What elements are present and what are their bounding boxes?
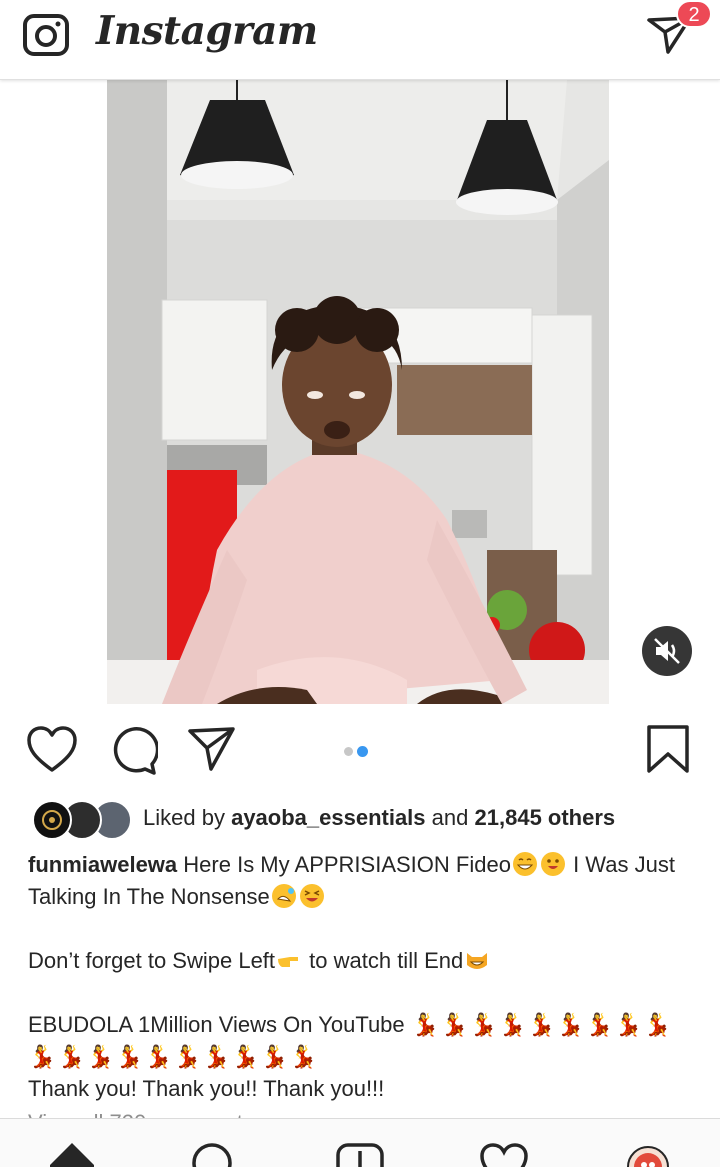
dancer-emoji-icon: 💃	[289, 1044, 318, 1069]
dancer-emoji-icon: 💃	[260, 1044, 289, 1069]
dancer-emoji-icon: 💃	[202, 1044, 231, 1069]
likes-summary[interactable]: Liked by ayaoba_essentials and 21,845 ot…	[143, 805, 615, 831]
dancer-emoji-icon: 💃	[614, 1012, 642, 1037]
comment-button[interactable]	[108, 726, 160, 776]
pointing-hand-emoji-icon	[276, 947, 302, 973]
dancer-emoji-icon: 💃	[527, 1012, 555, 1037]
squint-laugh-emoji-icon	[299, 883, 325, 909]
dancer-emoji-icon: 💃	[585, 1012, 613, 1037]
smile-emoji-icon	[540, 851, 566, 877]
dancer-emoji-icon: 💃	[144, 1044, 173, 1069]
grin-emoji-icon	[512, 851, 538, 877]
dancer-emoji-icon: 💃	[469, 1012, 497, 1037]
likes-prefix: Liked by	[143, 805, 225, 830]
caption-text: Thank you! Thank you!! Thank you!!!	[28, 1076, 385, 1101]
instagram-logo: Instagram	[96, 8, 318, 54]
dancer-emoji-icon: 💃	[231, 1044, 260, 1069]
search-icon[interactable]	[188, 1141, 236, 1167]
dancer-emoji-icon: 💃	[115, 1044, 144, 1069]
dancer-emoji-icon: 💃	[556, 1012, 584, 1037]
post-caption: funmiawelewa Here Is My APPRISIASION Fid…	[28, 849, 698, 1105]
post-media[interactable]	[0, 80, 720, 704]
share-button[interactable]	[187, 726, 237, 772]
likes-joiner: and	[431, 805, 469, 830]
avatar	[32, 800, 72, 840]
video-frame[interactable]	[107, 80, 609, 704]
dancer-emoji-icon: 💃	[440, 1012, 468, 1037]
dancer-emoji-icon: 💃	[643, 1012, 671, 1037]
likes-count[interactable]: 21,845 others	[475, 805, 616, 830]
add-post-icon[interactable]	[336, 1141, 384, 1167]
caption-username[interactable]: funmiawelewa	[28, 852, 177, 877]
caption-text: EBUDOLA 1Million Views On YouTube	[28, 1012, 405, 1037]
caption-text: Here Is My APPRISIASION Fideo	[183, 852, 511, 877]
dancer-emoji-icon: 💃	[498, 1012, 526, 1037]
profile-avatar[interactable]	[626, 1145, 674, 1167]
save-button[interactable]	[646, 724, 690, 774]
notification-badge: 2	[676, 0, 712, 28]
dancer-emoji-icon: 💃	[28, 1044, 57, 1069]
liker-avatars[interactable]	[32, 800, 132, 840]
sound-off-icon[interactable]	[642, 626, 692, 676]
caption-text: Don’t forget to Swipe Left	[28, 948, 276, 973]
rofl-emoji-icon	[271, 883, 297, 909]
bottom-navigation	[0, 1118, 720, 1167]
camera-icon[interactable]	[22, 12, 72, 58]
dancer-emoji-icon: 💃	[411, 1012, 439, 1037]
dancer-emoji-icon: 💃	[57, 1044, 86, 1069]
top-bar: Instagram 2	[0, 0, 720, 80]
carousel-dot	[344, 747, 353, 756]
dancer-emoji-icon: 💃	[173, 1044, 202, 1069]
carousel-dot-active	[357, 746, 368, 757]
cat-emoji-icon	[464, 947, 490, 973]
home-icon[interactable]	[48, 1141, 96, 1167]
dancer-emoji-icon: 💃	[86, 1044, 115, 1069]
liker-username[interactable]: ayaoba_essentials	[231, 805, 425, 830]
caption-text: to watch till End	[309, 948, 464, 973]
carousel-indicator	[344, 743, 372, 761]
like-button[interactable]	[26, 725, 78, 775]
activity-heart-icon[interactable]	[480, 1141, 528, 1167]
